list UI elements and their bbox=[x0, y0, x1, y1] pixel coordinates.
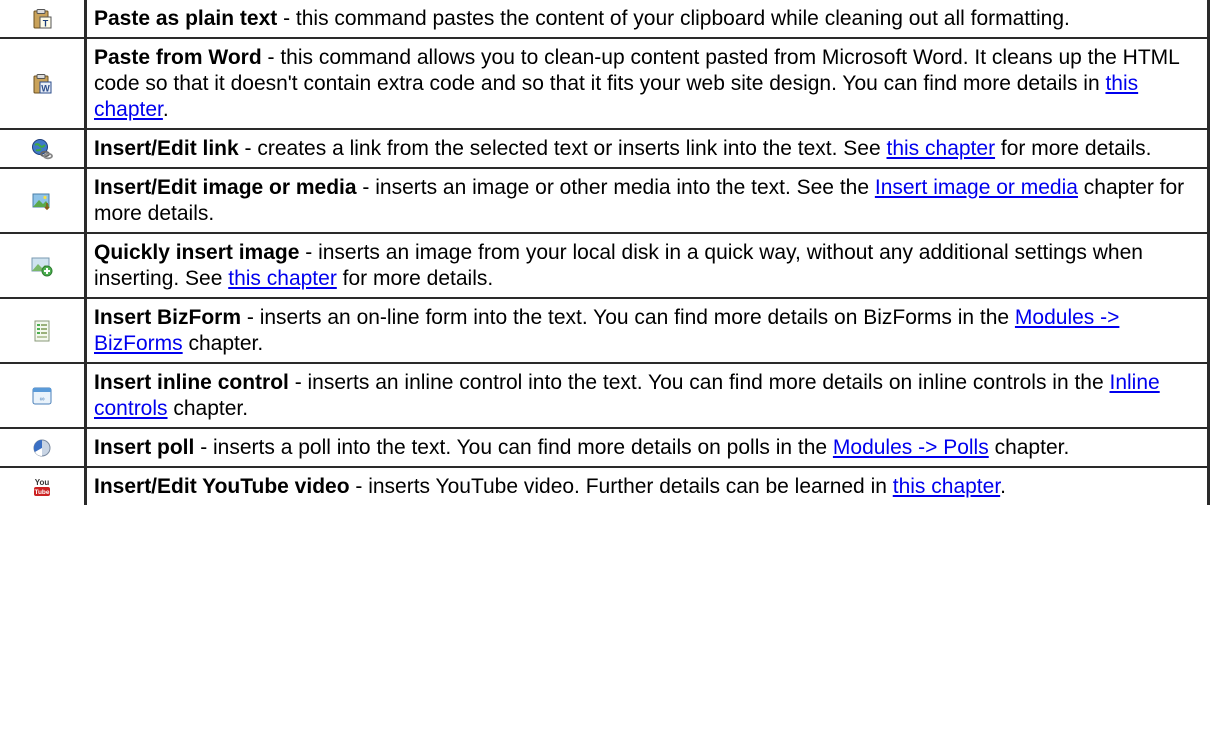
chapter-link[interactable]: this chapter bbox=[228, 267, 337, 290]
command-title: Quickly insert image bbox=[94, 241, 300, 264]
command-title: Paste from Word bbox=[94, 46, 262, 69]
command-title: Insert BizForm bbox=[94, 306, 242, 329]
command-title: Insert/Edit YouTube video bbox=[94, 475, 350, 498]
quick-insert-image-icon bbox=[31, 255, 53, 277]
icon-cell bbox=[0, 299, 87, 362]
table-row: T Paste as plain text - this command past… bbox=[0, 0, 1210, 39]
description-text: - inserts an image or other media into t… bbox=[356, 176, 875, 199]
command-title: Insert/Edit image or media bbox=[94, 176, 357, 199]
description-text: - inserts YouTube video. Further details… bbox=[349, 475, 893, 498]
paste-plain-text-icon: T bbox=[31, 8, 53, 30]
description-cell: Insert inline control - inserts an inlin… bbox=[87, 364, 1210, 427]
command-title: Insert inline control bbox=[94, 371, 289, 394]
inline-control-icon: ∞ bbox=[31, 385, 53, 407]
table-row: Insert/Edit link - creates a link from t… bbox=[0, 130, 1210, 169]
icon-cell bbox=[0, 234, 87, 297]
youtube-icon: You Tube bbox=[31, 476, 53, 498]
description-cell: Paste as plain text - this command paste… bbox=[87, 0, 1210, 37]
chapter-link[interactable]: this chapter bbox=[887, 137, 996, 160]
description-text: for more details. bbox=[336, 267, 494, 290]
icon-cell bbox=[0, 169, 87, 232]
svg-text:W: W bbox=[41, 83, 50, 93]
description-text: . bbox=[162, 98, 169, 121]
icon-cell: You Tube bbox=[0, 468, 87, 505]
youtube-icon-top-text: You bbox=[35, 478, 50, 487]
description-cell: Insert/Edit image or media - inserts an … bbox=[87, 169, 1210, 232]
toolbar-commands-table: T Paste as plain text - this command past… bbox=[0, 0, 1210, 505]
description-text: - inserts a poll into the text. You can … bbox=[194, 436, 833, 459]
description-text: . bbox=[1000, 475, 1006, 498]
description-cell: Insert poll - inserts a poll into the te… bbox=[87, 429, 1210, 466]
description-text: chapter. bbox=[167, 397, 249, 420]
table-row: Insert poll - inserts a poll into the te… bbox=[0, 429, 1210, 468]
youtube-icon-bottom-text: Tube bbox=[34, 489, 49, 496]
table-row: Quickly insert image - inserts an image … bbox=[0, 234, 1210, 299]
description-text: - inserts an inline control into the tex… bbox=[288, 371, 1110, 394]
paste-from-word-icon: W bbox=[31, 73, 53, 95]
icon-cell bbox=[0, 429, 87, 466]
table-row: ∞ Insert inline control - inserts an inli… bbox=[0, 364, 1210, 429]
description-cell: Insert/Edit YouTube video - inserts YouT… bbox=[87, 468, 1210, 505]
command-title: Insert/Edit link bbox=[94, 137, 239, 160]
description-text: chapter. bbox=[182, 332, 264, 355]
svg-text:∞: ∞ bbox=[40, 396, 45, 403]
chapter-link[interactable]: this chapter bbox=[893, 475, 1000, 498]
command-title: Paste as plain text bbox=[94, 7, 278, 30]
description-text: - this command pastes the content of you… bbox=[277, 7, 1070, 30]
table-row: You Tube Insert/Edit YouTube video - inser… bbox=[0, 468, 1210, 505]
description-text: chapter. bbox=[988, 436, 1070, 459]
table-row: W Paste from Word - this command allows y… bbox=[0, 39, 1210, 130]
description-text: - creates a link from the selected text … bbox=[238, 137, 887, 160]
description-text: for more details. bbox=[995, 137, 1152, 160]
description-cell: Quickly insert image - inserts an image … bbox=[87, 234, 1210, 297]
chapter-link[interactable]: Insert image or media bbox=[875, 176, 1078, 199]
poll-icon bbox=[31, 437, 53, 459]
description-cell: Paste from Word - this command allows yo… bbox=[87, 39, 1210, 128]
icon-cell: ∞ bbox=[0, 364, 87, 427]
icon-cell: T bbox=[0, 0, 87, 37]
command-title: Insert poll bbox=[94, 436, 195, 459]
bizform-icon bbox=[31, 320, 53, 342]
table-row: Insert BizForm - inserts an on-line form… bbox=[0, 299, 1210, 364]
insert-image-media-icon bbox=[31, 190, 53, 212]
table-row: Insert/Edit image or media - inserts an … bbox=[0, 169, 1210, 234]
insert-link-icon bbox=[31, 138, 53, 160]
description-cell: Insert BizForm - inserts an on-line form… bbox=[87, 299, 1210, 362]
description-cell: Insert/Edit link - creates a link from t… bbox=[87, 130, 1210, 167]
icon-cell bbox=[0, 130, 87, 167]
svg-text:T: T bbox=[43, 18, 49, 28]
chapter-link[interactable]: Modules -> Polls bbox=[833, 436, 989, 459]
icon-cell: W bbox=[0, 39, 87, 128]
description-text: - inserts an on-line form into the text.… bbox=[241, 306, 1015, 329]
